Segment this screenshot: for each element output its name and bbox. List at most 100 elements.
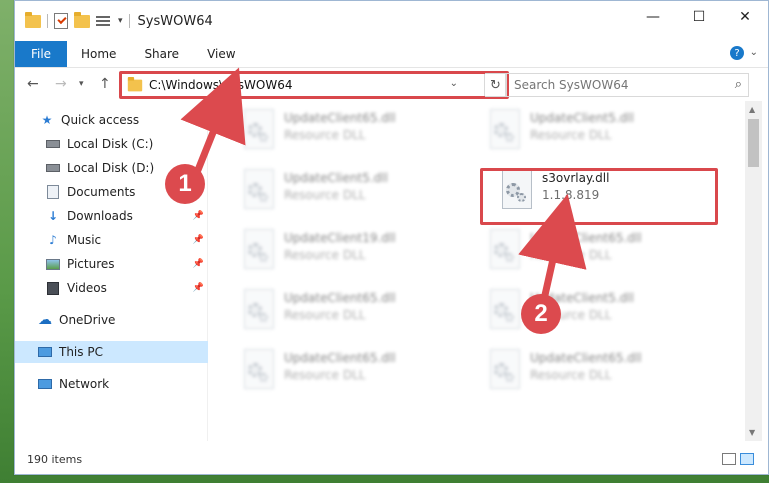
dll-file-icon <box>488 349 522 391</box>
pin-icon[interactable]: 📌 <box>193 235 204 245</box>
properties-check-icon[interactable] <box>54 13 68 29</box>
scrollbar-thumb[interactable] <box>748 119 759 167</box>
search-box[interactable]: ⌕ <box>505 73 749 97</box>
list-item[interactable]: UpdateClient65.dll Resource DLL <box>488 347 718 397</box>
pictures-icon <box>45 257 61 271</box>
file-name: UpdateClient65.dll <box>284 351 396 365</box>
search-icon[interactable]: ⌕ <box>735 77 742 92</box>
file-name: UpdateClient65.dll <box>284 111 396 125</box>
maximize-button[interactable]: ☐ <box>676 1 722 33</box>
file-name: UpdateClient65.dll <box>530 351 642 365</box>
file-list: UpdateClient65.dll Resource DLL UpdateCli… <box>220 101 742 441</box>
sidebar-item-downloads[interactable]: ↓ Downloads 📌 <box>15 205 208 227</box>
address-row: ← → ▾ ↑ C:\Windows\SysWOW64 ⌄ ↻ ⌕ <box>15 67 768 101</box>
title-bar: ▾ SysWOW64 — ☐ ✕ <box>15 1 768 41</box>
sidebar-item-label: Network <box>59 377 110 391</box>
customize-toolbar-icon[interactable]: ▾ <box>118 16 123 26</box>
ribbon-tabs: File Home Share View ⌄ ? <box>15 41 768 67</box>
file-name: UpdateClient65.dll <box>530 231 642 245</box>
list-item[interactable]: UpdateClient65.dll Resource DLL <box>242 287 472 337</box>
sidebar-item-local-disk-c[interactable]: Local Disk (C:) <box>15 133 208 155</box>
list-item[interactable]: UpdateClient5.dll Resource DLL <box>242 167 472 217</box>
file-description: Resource DLL <box>284 188 366 202</box>
step-badge-1: 1 <box>165 164 205 204</box>
forward-arrow-icon[interactable]: → <box>55 76 67 92</box>
sidebar-item-label: Quick access <box>61 113 140 127</box>
list-item[interactable]: UpdateClient65.dll Resource DLL <box>488 227 718 277</box>
refresh-icon[interactable]: ↻ <box>485 73 507 97</box>
drive-icon <box>45 161 61 175</box>
sidebar-item-pictures[interactable]: Pictures 📌 <box>15 253 208 275</box>
pin-icon[interactable]: 📌 <box>193 211 204 221</box>
scroll-down-icon[interactable]: ▼ <box>749 428 755 437</box>
close-button[interactable]: ✕ <box>722 1 768 33</box>
sidebar-item-label: Documents <box>67 185 136 199</box>
file-description: Resource DLL <box>530 248 612 262</box>
tiles-view-icon[interactable] <box>740 453 754 465</box>
sidebar-item-this-pc[interactable]: This PC <box>15 341 208 363</box>
dll-file-icon <box>242 289 276 331</box>
file-name: UpdateClient5.dll <box>284 171 388 185</box>
scroll-up-icon[interactable]: ▲ <box>749 105 755 114</box>
back-arrow-icon[interactable]: ← <box>27 76 39 92</box>
properties-icon[interactable] <box>96 14 112 28</box>
new-folder-icon[interactable] <box>74 11 90 28</box>
tab-view[interactable]: View <box>193 41 249 67</box>
tab-home[interactable]: Home <box>67 41 130 67</box>
file-description: Resource DLL <box>530 368 612 382</box>
sidebar-item-label: Music <box>67 233 102 247</box>
details-view-icon[interactable] <box>722 453 736 465</box>
sidebar-item-music[interactable]: ♪ Music 📌 <box>15 229 208 251</box>
vertical-scrollbar[interactable]: ▲ ▼ <box>745 101 762 441</box>
sidebar-item-label: Local Disk (C:) <box>67 137 154 151</box>
sidebar-item-quick-access[interactable]: ★ Quick access <box>15 109 208 131</box>
pin-icon[interactable]: 📌 <box>193 259 204 269</box>
file-name: UpdateClient5.dll <box>530 111 634 125</box>
status-bar: 190 items <box>15 447 768 471</box>
address-highlight-box <box>119 71 509 99</box>
sidebar-item-label: This PC <box>59 345 103 359</box>
sidebar-item-label: Downloads <box>67 209 133 223</box>
file-name: UpdateClient65.dll <box>284 291 396 305</box>
tab-share[interactable]: Share <box>130 41 193 67</box>
file-description: Resource DLL <box>284 368 366 382</box>
star-icon: ★ <box>41 113 53 127</box>
download-icon: ↓ <box>47 209 59 223</box>
sidebar-item-label: Local Disk (D:) <box>67 161 155 175</box>
network-icon <box>37 377 53 391</box>
search-input[interactable] <box>506 78 716 92</box>
file-name: UpdateClient19.dll <box>284 231 396 245</box>
minimize-button[interactable]: — <box>630 1 676 33</box>
toolbar-divider <box>128 14 130 28</box>
sidebar-item-label: Videos <box>67 281 107 295</box>
dll-file-icon <box>488 229 522 271</box>
tab-file[interactable]: File <box>15 41 67 67</box>
list-item[interactable]: UpdateClient65.dll Resource DLL <box>242 347 472 397</box>
sidebar-item-videos[interactable]: Videos 📌 <box>15 277 208 299</box>
list-item[interactable]: UpdateClient5.dll Resource DLL <box>488 107 718 157</box>
drive-icon <box>45 137 61 151</box>
file-description: Resource DLL <box>284 248 366 262</box>
dll-file-icon <box>242 169 276 211</box>
file-description: Resource DLL <box>284 308 366 322</box>
documents-icon <box>45 185 61 199</box>
list-item[interactable]: UpdateClient19.dll Resource DLL <box>242 227 472 277</box>
dll-file-icon <box>242 229 276 271</box>
sidebar-item-network[interactable]: Network <box>15 373 208 395</box>
videos-icon <box>45 281 61 295</box>
pin-icon[interactable]: 📌 <box>193 283 204 293</box>
recent-locations-icon[interactable]: ▾ <box>79 79 84 89</box>
dll-file-icon <box>242 349 276 391</box>
explorer-window: ▾ SysWOW64 — ☐ ✕ File Home Share View ⌄ … <box>14 0 769 475</box>
dll-file-icon <box>488 109 522 151</box>
dll-file-icon <box>242 109 276 151</box>
list-item[interactable]: UpdateClient65.dll Resource DLL <box>242 107 472 157</box>
view-toggle <box>722 453 754 465</box>
sidebar-item-onedrive[interactable]: ☁ OneDrive <box>15 309 208 331</box>
help-icon[interactable]: ? <box>730 46 744 60</box>
file-highlight-box <box>480 168 718 225</box>
expand-ribbon-icon[interactable]: ⌄ <box>750 47 758 58</box>
dll-file-icon <box>488 289 522 331</box>
folder-icon <box>25 11 41 28</box>
up-arrow-icon[interactable]: ↑ <box>99 76 111 92</box>
